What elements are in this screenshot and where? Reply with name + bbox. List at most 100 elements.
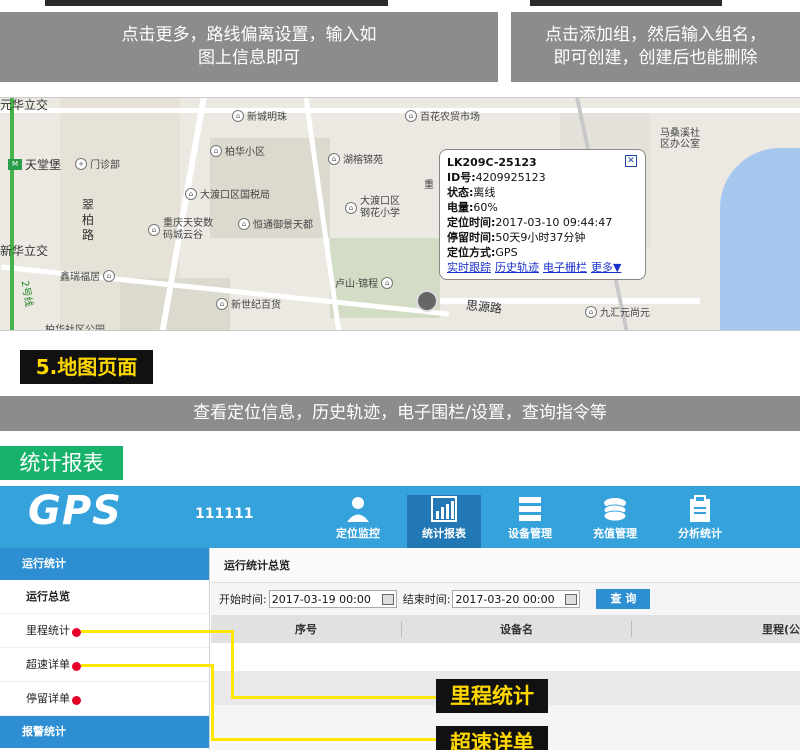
sidebar-group-alarm-stats[interactable]: 报警统计 [0,716,209,748]
map-poi-label: 九汇元尚元 [600,308,650,319]
popup-device-name: LK209C-25123 [447,156,537,169]
marker-dot [72,628,81,637]
sidebar-item-label: 运行总览 [26,590,70,603]
app-header: GPS 111111 定位监控 统计报表 设备管理 充值管理 分析统计 [0,486,800,548]
map-poi-label: 恒通御景天都 [253,220,313,231]
poi-icon: ⌂ [345,202,357,214]
map-poi: ⌂ 新世纪百货 [216,296,281,311]
calendar-icon[interactable] [381,593,394,605]
query-button[interactable]: 查 询 [596,589,651,609]
sidebar-item-overview[interactable]: 运行总览 [0,580,209,614]
poi-icon: + [75,157,87,170]
annotation-mileage: 里程统计 [436,679,548,713]
metro-icon: M [8,159,22,170]
history-track-link[interactable]: 历史轨迹 [495,261,539,274]
metro-label: 天堂堡 [25,158,62,172]
popup-mode-value: GPS [495,246,518,259]
poi-icon: ⌂ [216,297,228,310]
info-panel-right-text: 点击添加组，然后输入组名， 即可创建，创建后也能删除 [545,25,766,68]
user-icon [347,497,369,522]
table-header: 序号 设备名 里程(公 [211,615,800,643]
poi-icon: ⌂ [185,187,197,200]
sidebar-item-label: 停留详单 [26,692,70,705]
map-poi: ⌂ 恒通御景天都 [238,216,313,231]
map-poi: ⌂ 湖榕锦苑 [328,151,383,166]
map-poi: 卢山·锦程 ⌂ [335,275,394,290]
map-poi: ⌂ 九汇元尚元 [585,304,650,319]
username: 111111 [195,506,254,522]
nav-label: 分析统计 [678,527,722,540]
sidebar: 运行统计 运行总览 里程统计 超速详单 停留详单 报警统计 [0,548,210,750]
vehicle-marker[interactable] [416,290,438,312]
sidebar-item-label: 里程统计 [26,624,70,637]
nav-label: 设备管理 [508,527,552,540]
start-time-label: 开始时间: [219,593,267,606]
app-logo: GPS [28,488,122,534]
annotation-line [231,630,234,698]
map-poi-label: 门诊部 [90,160,120,171]
marker-dot [72,662,81,671]
start-time-input[interactable]: 2017-03-19 00:00 [268,590,397,608]
info-panel-left-text: 点击更多，路线偏离设置，输入如 图上信息即可 [121,25,377,68]
table-row [211,643,800,671]
calendar-icon[interactable] [565,593,578,605]
popup-id-value: 4209925123 [475,171,546,184]
map-poi-label: 新城明珠 [247,112,287,123]
popup-battery-label: 电量: [447,201,474,214]
road-label: 翠 柏 路 [82,198,94,243]
poi-icon: ⌂ [210,144,222,157]
top-dark-bar-right [530,0,722,6]
road-label: 思源路 [465,298,503,316]
nav-location-monitor[interactable]: 定位监控 [321,495,395,548]
bar-chart-icon [431,496,457,522]
map-poi: ⌂ 新城明珠 [232,108,287,123]
nav-stats-report[interactable]: 统计报表 [407,495,481,548]
col-device-name: 设备名 [401,621,631,637]
map-poi: ⌂ 大渡口区 钢花小学 [345,196,400,220]
popup-links: 实时跟踪 历史轨迹 电子栅栏 更多▼ [447,260,638,275]
col-mileage: 里程(公 [631,621,800,637]
map-view[interactable]: 元华立交 ⌂ 新城明珠 ⌂ 百花农贸市场 ⌂ 柏华小区 ⌂ 湖榕锦苑 马桑溪社 区办公室… [0,97,800,331]
end-time-input[interactable]: 2017-03-20 00:00 [452,590,581,608]
poi-icon: ⌂ [103,269,115,282]
map-label: 重 [424,180,434,191]
sidebar-item-stay[interactable]: 停留详单 [0,682,209,716]
more-link[interactable]: 更多▼ [591,261,621,274]
popup-stay-label: 停留时间: [447,231,496,244]
map-poi: 马桑溪社 区办公室 [660,128,700,150]
filter-bar: 开始时间: 2017-03-19 00:00 结束时间: 2017-03-20 … [211,583,800,615]
map-poi-label: 柏华小区 [225,147,265,158]
map-description: 查看定位信息，历史轨迹，电子围栏/设置，查询指令等 [0,396,800,431]
popup-id-label: ID号: [447,171,476,184]
map-poi-label: 重庆天安数 码城云谷 [163,218,213,241]
geofence-link[interactable]: 电子栅栏 [543,261,587,274]
marker-dot [72,696,81,705]
annotation-line [81,630,233,633]
nav-analysis-stats[interactable]: 分析统计 [663,495,737,548]
map-label: 柏华社区公园 [45,325,105,331]
map-poi-label: 马桑溪社 区办公室 [660,128,700,150]
map-poi-label: 湖榕锦苑 [343,155,383,166]
metro-station: M 天堂堡 [8,156,61,173]
section-heading-stats: 统计报表 [0,446,123,480]
coins-icon [603,498,627,522]
nav-recharge-mgmt[interactable]: 充值管理 [578,495,652,548]
nav-device-mgmt[interactable]: 设备管理 [493,495,567,548]
realtime-track-link[interactable]: 实时跟踪 [447,261,491,274]
server-icon [519,497,541,521]
section-heading-map: 5.地图页面 [20,350,153,384]
close-icon[interactable]: ✕ [625,155,637,167]
map-poi: ⌂ 大渡口区国税局 [185,186,270,201]
popup-stay-value: 50天9小时37分钟 [495,231,586,244]
end-time-value: 2017-03-20 00:00 [455,592,555,606]
info-panel-left: 点击更多，路线偏离设置，输入如 图上信息即可 [0,12,498,82]
info-panel-right: 点击添加组，然后输入组名， 即可创建，创建后也能删除 [511,12,800,82]
nav-label: 统计报表 [422,527,466,540]
metro-line-label: 2号线 [18,279,34,308]
col-index: 序号 [295,623,317,636]
poi-icon: ⌂ [381,276,394,289]
popup-battery-value: 60% [473,201,498,214]
sidebar-group-run-stats[interactable]: 运行统计 [0,548,209,580]
annotation-line [231,696,436,699]
map-poi-label: 鑫瑞福居 [60,272,100,283]
